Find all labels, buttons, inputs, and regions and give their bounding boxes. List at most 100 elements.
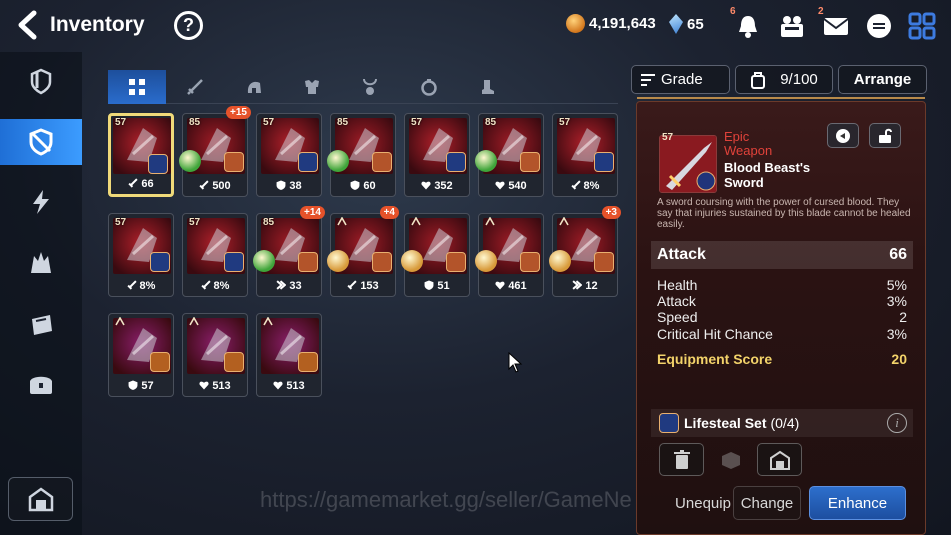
equipment-item-card[interactable]: 85 60 xyxy=(327,113,396,197)
lifesteal-set-icon xyxy=(224,252,244,272)
inventory-sidebar xyxy=(0,52,82,535)
equipment-item-card[interactable]: 85 +15 500 xyxy=(179,106,251,197)
mail-icon[interactable]: 2 xyxy=(818,6,850,40)
ring-icon xyxy=(421,79,437,96)
item-stat-value: 60 xyxy=(363,180,376,192)
item-name-line1: Blood Beast's xyxy=(724,160,811,175)
item-level: 85 xyxy=(263,217,275,228)
lock-button[interactable] xyxy=(869,123,901,148)
crystal-display[interactable]: 65 xyxy=(669,14,704,34)
enhance-level-badge: +14 xyxy=(300,206,325,219)
sidebar-item-materials[interactable] xyxy=(0,301,82,347)
tab-ring[interactable] xyxy=(400,70,458,104)
back-arrow-icon[interactable] xyxy=(14,10,40,40)
change-button[interactable]: Change xyxy=(733,486,801,520)
speed-stat-icon xyxy=(276,280,287,290)
capacity-button[interactable]: 9/100 xyxy=(735,65,833,94)
item-main-stat: 60 xyxy=(331,180,395,192)
equipment-item-card[interactable]: +3 12 xyxy=(549,206,621,297)
crystal-amount: 65 xyxy=(687,15,704,33)
equipment-score-label: Equipment Score xyxy=(657,351,773,367)
set-info-row[interactable]: Lifesteal Set (0/4) xyxy=(651,409,913,437)
equipment-item-card[interactable]: 57 8% xyxy=(552,113,618,197)
enhance-button[interactable]: Enhance xyxy=(809,486,906,520)
grade-sort-button[interactable]: Grade xyxy=(631,65,730,94)
enhance-level-badge: +4 xyxy=(379,206,399,219)
mouse-cursor-icon xyxy=(508,351,524,379)
friends-icon[interactable] xyxy=(778,12,806,40)
equipment-item-card[interactable]: 85 540 xyxy=(475,113,544,197)
item-tier-icon xyxy=(263,316,273,329)
equipment-item-card[interactable]: 57 8% xyxy=(182,213,248,297)
extract-button[interactable] xyxy=(708,443,753,476)
rarity-label: Epic xyxy=(724,129,750,144)
sidebar-item-equipment[interactable] xyxy=(0,119,82,165)
tab-all[interactable] xyxy=(108,70,166,104)
helmet-icon xyxy=(247,81,261,93)
equipment-item-card[interactable]: 461 xyxy=(475,213,544,297)
tab-boots[interactable] xyxy=(458,70,516,104)
storage-house-icon xyxy=(28,487,53,512)
store-button[interactable] xyxy=(757,443,802,476)
share-button[interactable] xyxy=(827,123,859,148)
sidebar-item-monsters[interactable] xyxy=(0,240,82,286)
equipment-item-card[interactable]: 51 xyxy=(401,213,470,297)
gold-display[interactable]: 4,191,643 xyxy=(566,14,656,33)
item-main-stat: 500 xyxy=(183,180,247,192)
item-level: 85 xyxy=(485,117,497,128)
chest-icon xyxy=(30,376,52,394)
top-bar: Inventory ? 4,191,643 65 6 2 xyxy=(0,0,951,52)
unlock-icon xyxy=(879,128,892,143)
tab-necklace[interactable] xyxy=(341,70,399,104)
grade-label: Grade xyxy=(661,71,703,88)
equipment-item-card[interactable]: 57 352 xyxy=(404,113,470,197)
sidebar-item-artifacts[interactable] xyxy=(0,179,82,225)
equipment-item-card[interactable]: 85 +14 33 xyxy=(253,206,325,297)
item-stat-value: 8% xyxy=(139,280,156,292)
item-stat-value: 540 xyxy=(508,180,527,192)
item-tier-icon xyxy=(189,316,199,329)
item-stat-value: 57 xyxy=(141,380,154,392)
detail-item-image xyxy=(659,135,717,193)
storage-button[interactable] xyxy=(8,477,73,521)
main-menu-grid-icon[interactable] xyxy=(908,12,936,40)
tab-weapon[interactable] xyxy=(166,70,224,104)
defense-stat-icon xyxy=(424,280,434,290)
arrange-button[interactable]: Arrange xyxy=(838,65,927,94)
equipment-item-card[interactable]: 513 xyxy=(256,313,322,397)
sidebar-item-consumables[interactable] xyxy=(0,361,82,407)
sell-button[interactable] xyxy=(659,443,704,476)
lifesteal-set-icon xyxy=(446,152,466,172)
equipment-item-card[interactable]: 57 38 xyxy=(256,113,322,197)
chat-icon[interactable] xyxy=(865,12,893,40)
substat-label: Health xyxy=(657,277,698,293)
artifact-orb-icon xyxy=(475,250,497,272)
sidebar-item-hero-gear[interactable] xyxy=(0,58,82,104)
item-main-stat: 513 xyxy=(257,380,321,392)
artifact-orb-icon xyxy=(549,250,571,272)
equipment-item-card[interactable]: 513 xyxy=(182,313,248,397)
detail-item-name: Blood Beast's Sword xyxy=(724,160,810,190)
attack-stat-icon xyxy=(570,180,581,190)
help-button[interactable]: ? xyxy=(174,11,203,40)
item-stat-value: 500 xyxy=(212,180,231,192)
tab-armor[interactable] xyxy=(283,70,341,104)
item-stat-value: 33 xyxy=(289,280,302,292)
counter-set-icon xyxy=(372,252,392,272)
tab-helmet[interactable] xyxy=(225,70,283,104)
item-stat-value: 461 xyxy=(508,280,527,292)
equipment-item-card[interactable]: 57 xyxy=(108,313,174,397)
equipment-score-value: 20 xyxy=(891,351,907,367)
item-main-stat: 51 xyxy=(405,280,469,292)
equipment-item-card[interactable]: 57 8% xyxy=(108,213,174,297)
storage-house-icon xyxy=(769,450,790,470)
info-icon[interactable]: i xyxy=(887,413,907,433)
equipment-item-card[interactable]: 57 66 xyxy=(108,113,174,197)
defense-stat-icon xyxy=(350,180,360,190)
speed-set-icon xyxy=(150,352,170,372)
item-stat-value: 51 xyxy=(437,280,450,292)
sword-shield-icon xyxy=(30,68,52,95)
notification-bell-icon[interactable]: 6 xyxy=(730,6,762,40)
equipment-item-card[interactable]: +4 153 xyxy=(327,206,399,297)
item-stat-value: 66 xyxy=(141,178,154,190)
